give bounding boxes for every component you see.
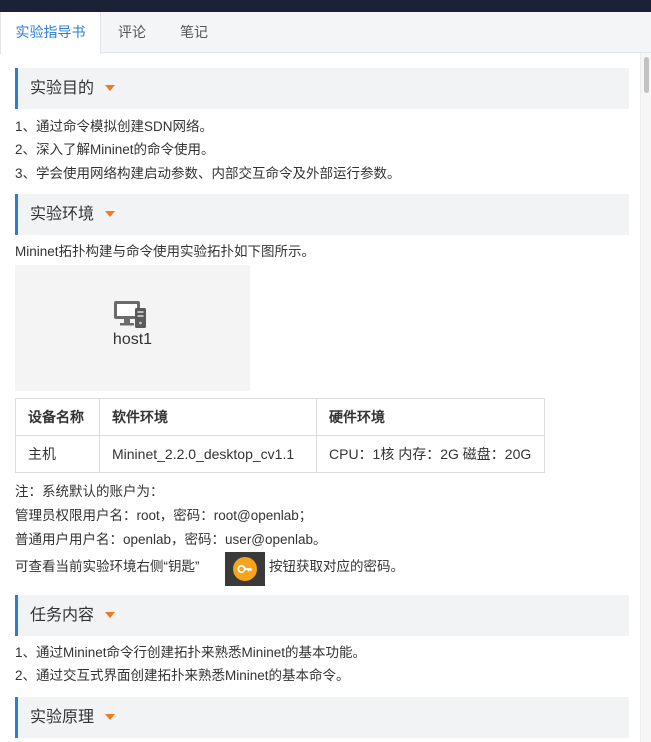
section-title: 任务内容 <box>30 607 95 624</box>
table-row: 主机 Mininet_2.2.0_desktop_cv1.1 CPU：1核 内存… <box>15 435 545 473</box>
list-item: 2、通过交互式界面创建拓扑来熟悉Mininet的基本命令。 <box>15 668 350 683</box>
table-header: 硬件环境 <box>316 398 545 436</box>
table-cell: CPU：1核 内存：2G 磁盘：20G <box>316 435 545 473</box>
guide-content: 实验目的 1、通过命令模拟创建SDN网络。 2、深入了解Mininet的命令使用… <box>0 53 640 742</box>
list-item: 1、通过命令模拟创建SDN网络。 <box>15 119 214 134</box>
table-cell: 主机 <box>15 435 100 473</box>
scrollbar[interactable] <box>640 53 651 742</box>
table-header: 软件环境 <box>99 398 317 436</box>
list-item: 1、通过Mininet命令行创建拓扑来熟悉Mininet的基本功能。 <box>15 645 367 660</box>
environment-intro: Mininet拓扑构建与命令使用实验拓扑如下图所示。 <box>15 244 316 259</box>
account-note: 普通用户用户名：openlab，密码：user@openlab。 <box>15 532 327 547</box>
table-header-row: 设备名称 软件环境 硬件环境 <box>15 398 545 436</box>
caret-down-icon <box>105 612 115 618</box>
tab-notes[interactable]: 笔记 <box>163 12 225 53</box>
computer-icon <box>113 299 149 332</box>
environment-table: 设备名称 软件环境 硬件环境 主机 Mininet_2.2.0_desktop_… <box>15 398 545 473</box>
section-title: 实验环境 <box>30 206 95 223</box>
tab-comments[interactable]: 评论 <box>101 12 163 53</box>
topology-diagram: host1 <box>15 265 250 391</box>
key-button[interactable] <box>225 552 265 586</box>
account-note: 注：系统默认的账户为： <box>15 484 164 499</box>
scrollbar-thumb[interactable] <box>644 57 649 93</box>
table-cell: Mininet_2.2.0_desktop_cv1.1 <box>99 435 317 473</box>
list-item: 3、学会使用网络构建启动参数、内部交互命令及外部运行参数。 <box>15 166 401 181</box>
section-environment-header[interactable]: 实验环境 <box>15 194 629 235</box>
account-note: 管理员权限用户名：root，密码：root@openlab； <box>15 508 313 523</box>
section-title: 实验目的 <box>30 80 95 97</box>
table-header: 设备名称 <box>15 398 100 436</box>
section-purpose-header[interactable]: 实验目的 <box>15 68 629 109</box>
key-hint-text: 可查看当前实验环境右侧“钥匙” <box>15 559 200 574</box>
host-label: host1 <box>112 331 153 348</box>
caret-down-icon <box>105 211 115 217</box>
key-icon <box>233 557 257 581</box>
section-title: 实验原理 <box>30 709 95 726</box>
tab-guide[interactable]: 实验指导书 <box>0 12 101 54</box>
caret-down-icon <box>105 714 115 720</box>
section-tasks-header[interactable]: 任务内容 <box>15 595 629 636</box>
key-hint-text: 按钮获取对应的密码。 <box>269 559 404 574</box>
tab-bar: 实验指导书 评论 笔记 <box>0 12 651 54</box>
section-principle-header[interactable]: 实验原理 <box>15 697 629 738</box>
caret-down-icon <box>105 85 115 91</box>
top-bar <box>0 0 651 12</box>
list-item: 2、深入了解Mininet的命令使用。 <box>15 142 215 157</box>
